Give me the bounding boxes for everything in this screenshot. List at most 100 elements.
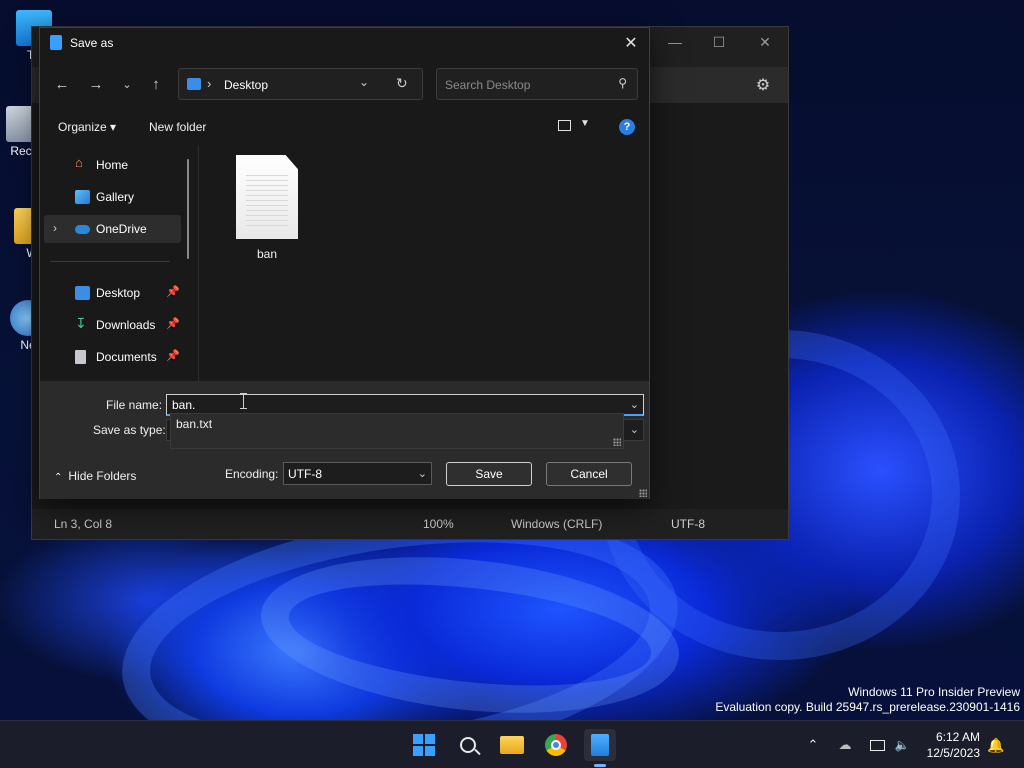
help-icon[interactable]: ?: [619, 119, 635, 135]
file-name-label: File name:: [106, 398, 163, 412]
show-hidden-icons-button[interactable]: ⌃: [802, 721, 824, 768]
pin-icon: 📌: [166, 318, 180, 330]
settings-gear-icon[interactable]: ⚙: [754, 76, 772, 94]
nav-item-label: Documents: [96, 350, 157, 364]
nav-item-label: OneDrive: [96, 222, 147, 236]
start-button[interactable]: [408, 729, 440, 761]
chrome-icon: [545, 734, 567, 756]
pin-icon: 📌: [166, 286, 180, 298]
notification-bell-icon[interactable]: 🔔: [986, 721, 1006, 768]
notepad-icon: [591, 734, 609, 756]
nav-item-label: Downloads: [96, 318, 156, 332]
address-bar[interactable]: › Desktop ⌄ ↻: [178, 68, 423, 100]
dialog-title: Save as: [70, 36, 114, 50]
minimize-button[interactable]: —: [660, 31, 690, 53]
expand-chevron-icon[interactable]: ›: [53, 221, 57, 235]
file-name-input[interactable]: [172, 397, 612, 413]
file-name-dropdown-chevron-icon[interactable]: ⌄: [630, 398, 639, 411]
navigation-row: ← → ⌄ ↑ › Desktop ⌄ ↻ ⚲: [40, 66, 649, 102]
status-zoom[interactable]: 100%: [423, 517, 454, 531]
nav-pane-scrollbar[interactable]: [187, 159, 189, 259]
file-explorer-folder-icon: [500, 736, 524, 754]
nav-item-label: Desktop: [96, 286, 141, 300]
home-icon: ⌂: [75, 155, 83, 170]
search-box[interactable]: ⚲: [436, 68, 638, 100]
taskbar: ⌃ ☁ 🔈 6:12 AM 12/5/2023 🔔: [0, 720, 1024, 768]
nav-divider: [50, 261, 170, 262]
new-folder-button[interactable]: New folder: [149, 120, 206, 134]
chrome-button[interactable]: [540, 729, 572, 761]
watermark-line1: Windows 11 Pro Insider Preview: [848, 685, 1020, 699]
view-icon: [558, 120, 571, 131]
search-input[interactable]: [445, 76, 605, 94]
save-button[interactable]: Save: [446, 462, 532, 486]
pin-icon: 📌: [166, 350, 180, 362]
build-watermark: Windows 11 Pro Insider Preview Evaluatio…: [715, 685, 1020, 715]
nav-item-label: Home: [96, 158, 129, 172]
nav-item-documents[interactable]: Documents 📌: [44, 343, 181, 371]
close-button[interactable]: ✕: [750, 31, 780, 53]
search-icon[interactable]: ⚲: [618, 76, 627, 90]
maximize-button[interactable]: ☐: [704, 31, 734, 53]
resize-grip-icon[interactable]: [613, 438, 621, 446]
dialog-bottom-panel: File name: ⌄ Save as type: ⌄ ban.txt ⌃ Hi…: [40, 381, 649, 499]
status-line-ending[interactable]: Windows (CRLF): [511, 517, 602, 531]
encoding-chevron-icon: ⌄: [417, 468, 427, 480]
text-cursor-icon: [240, 393, 247, 409]
save-as-type-label: Save as type:: [93, 423, 166, 437]
dialog-close-button[interactable]: ✕: [619, 32, 643, 54]
clock[interactable]: 6:12 AM 12/5/2023: [927, 729, 980, 761]
file-item[interactable]: ban: [235, 155, 299, 261]
nav-item-desktop[interactable]: Desktop 📌: [44, 279, 181, 307]
desktop-folder-icon: [187, 78, 201, 90]
nav-item-home[interactable]: ⌂ Home: [44, 151, 181, 179]
notepad-taskbar-button[interactable]: [584, 729, 616, 767]
volume-muted-icon[interactable]: 🔈: [892, 721, 912, 768]
autocomplete-item[interactable]: ban.txt: [176, 417, 212, 431]
watermark-line2: Evaluation copy. Build 25947.rs_prerelea…: [715, 700, 1020, 714]
recent-locations-chevron-icon[interactable]: ⌄: [115, 72, 139, 96]
nav-item-onedrive[interactable]: › OneDrive: [44, 215, 181, 243]
search-icon: [460, 737, 481, 756]
chevron-up-icon: ⌃: [54, 472, 63, 483]
text-document-icon: [236, 155, 298, 239]
dialog-titlebar: Save as ✕: [40, 28, 649, 58]
nav-item-label: Gallery: [96, 190, 135, 204]
status-position: Ln 3, Col 8: [54, 517, 113, 531]
change-view-button[interactable]: ▼: [556, 118, 596, 138]
active-indicator: [594, 764, 606, 767]
forward-arrow-icon[interactable]: →: [84, 72, 108, 96]
save-as-dialog: Save as ✕ ← → ⌄ ↑ › Desktop ⌄ ↻ ⚲ Organi…: [39, 27, 650, 499]
nav-item-downloads[interactable]: ↧ Downloads 📌: [44, 311, 181, 339]
network-icon[interactable]: [866, 721, 888, 768]
back-arrow-icon[interactable]: ←: [50, 72, 74, 96]
cancel-button[interactable]: Cancel: [546, 462, 632, 486]
gallery-icon: [75, 190, 90, 204]
breadcrumb-desktop[interactable]: Desktop: [224, 78, 268, 92]
clock-date: 12/5/2023: [926, 746, 980, 760]
file-list: ban: [199, 145, 649, 381]
address-dropdown-chevron-icon[interactable]: ⌄: [359, 75, 369, 89]
dialog-resize-grip-icon[interactable]: [639, 489, 647, 497]
onedrive-offline-icon[interactable]: ☁: [834, 721, 856, 768]
save-type-chevron-icon[interactable]: ⌄: [630, 423, 639, 436]
status-encoding[interactable]: UTF-8: [671, 517, 705, 531]
encoding-value: UTF-8: [288, 467, 322, 481]
encoding-label: Encoding:: [225, 467, 279, 481]
up-arrow-icon[interactable]: ↑: [144, 72, 168, 96]
file-explorer-button[interactable]: [496, 729, 528, 761]
command-bar: Organize ▾ New folder ▼ ?: [40, 112, 649, 142]
search-taskbar-button[interactable]: [452, 729, 484, 761]
refresh-icon[interactable]: ↻: [396, 75, 408, 92]
hide-folders-label: Hide Folders: [68, 469, 137, 483]
document-icon: [75, 350, 86, 364]
nav-item-gallery[interactable]: Gallery: [44, 183, 181, 211]
navigation-pane: ⌂ Home Gallery › OneDrive Desktop 📌 ↧ Do…: [40, 145, 198, 381]
download-arrow-icon: ↧: [75, 315, 87, 331]
clock-time: 6:12 AM: [935, 730, 980, 744]
organize-button[interactable]: Organize ▾: [58, 120, 116, 134]
file-name-label: ban: [256, 247, 278, 261]
encoding-select[interactable]: UTF-8 ⌄: [283, 462, 432, 485]
hide-folders-button[interactable]: ⌃ Hide Folders: [54, 469, 136, 483]
windows-logo-icon: [413, 734, 435, 756]
